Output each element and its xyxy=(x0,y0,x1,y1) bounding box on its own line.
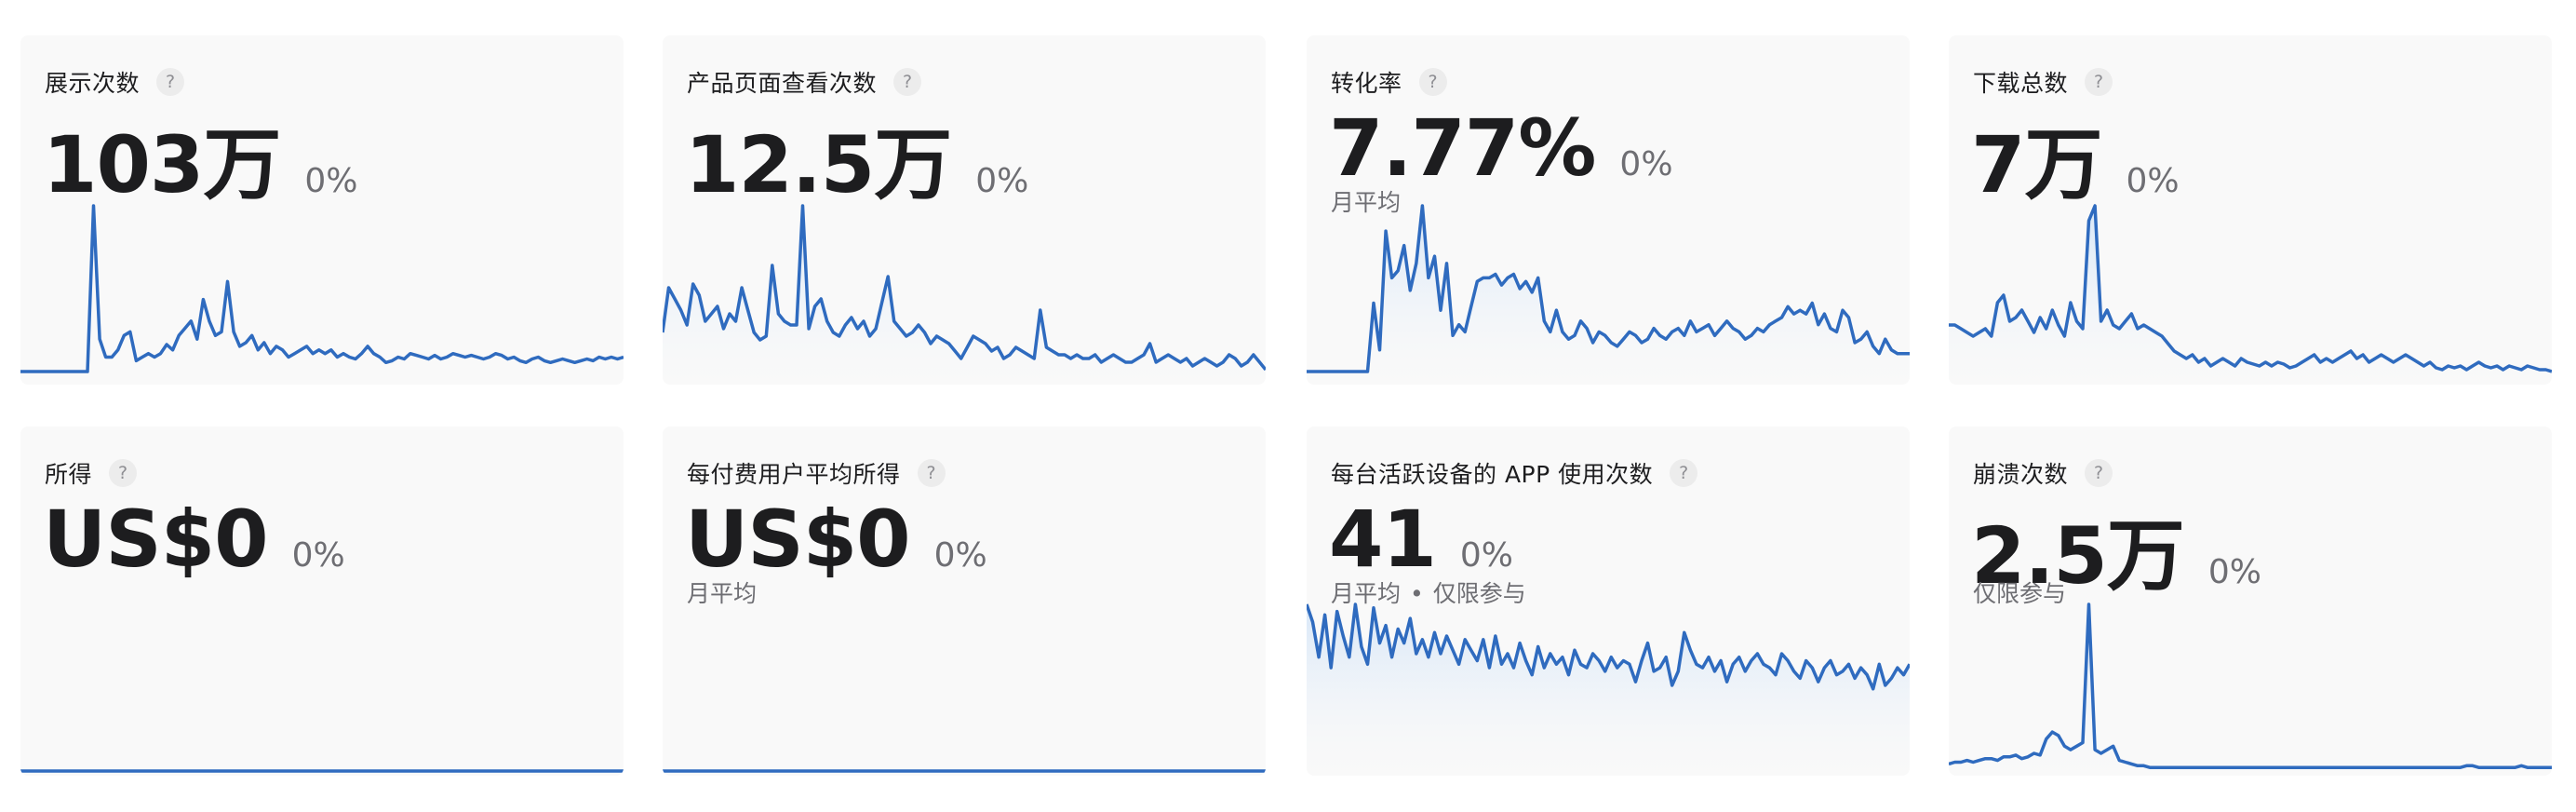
metric-title: 所得 xyxy=(45,461,93,488)
metric-change: 0% xyxy=(1619,145,1673,183)
metric-change: 0% xyxy=(975,162,1029,200)
metric-value: 41 xyxy=(1329,494,1437,585)
metric-change: 0% xyxy=(1459,536,1514,575)
metric-value: US$0 xyxy=(685,494,911,585)
metric-value-row: 7.77% 0% xyxy=(1329,102,1673,194)
metric-card-header: 所得 ? xyxy=(45,456,138,490)
metric-change: 0% xyxy=(2207,553,2261,591)
help-icon[interactable]: ? xyxy=(1418,68,1447,96)
metric-change: 0% xyxy=(2126,162,2180,200)
metric-value-row: US$0 0% xyxy=(685,494,987,585)
metric-card-header: 转化率 ? xyxy=(1331,65,1447,99)
sparkline-chart xyxy=(663,204,1266,385)
sparkline-area xyxy=(1307,206,1910,385)
help-icon[interactable]: ? xyxy=(2085,68,2113,96)
metric-card-header: 产品页面查看次数 ? xyxy=(687,65,922,99)
sparkline-line xyxy=(1949,602,2552,769)
metric-card-header: 每付费用户平均所得 ? xyxy=(687,456,946,490)
metric-value: US$0 xyxy=(43,494,269,585)
metric-card-impressions[interactable]: 展示次数 ? 103万 0% xyxy=(20,35,624,385)
metric-card-conversion-rate[interactable]: 转化率 ? 7.77% 0% 月平均 xyxy=(1307,35,1910,385)
metric-title: 展示次数 xyxy=(45,70,141,97)
sparkline-chart xyxy=(1307,204,1910,385)
sparkline-area xyxy=(1949,206,2552,385)
metric-title: 每台活跃设备的 APP 使用次数 xyxy=(1331,461,1654,488)
metric-change: 0% xyxy=(304,162,358,200)
metric-title: 转化率 xyxy=(1331,70,1402,97)
help-icon[interactable]: ? xyxy=(893,68,922,96)
sparkline-chart xyxy=(1949,204,2552,385)
metric-card-proceeds-per-paying-user[interactable]: 每付费用户平均所得 ? US$0 0% 月平均 xyxy=(663,426,1266,776)
metric-value-row: 41 0% xyxy=(1329,494,1513,585)
analytics-metrics-grid: 展示次数 ? 103万 0% 产品页面查看次数 ? 12.5万 0% 转化率 ?… xyxy=(0,0,2576,812)
metric-value-row: US$0 0% xyxy=(43,494,345,585)
metric-title: 每付费用户平均所得 xyxy=(687,461,901,488)
metric-change: 0% xyxy=(933,536,987,575)
help-icon[interactable]: ? xyxy=(917,459,946,487)
sparkline-chart xyxy=(1949,602,2552,776)
help-icon[interactable]: ? xyxy=(2085,459,2113,487)
help-icon[interactable]: ? xyxy=(1670,459,1698,487)
help-icon[interactable]: ? xyxy=(109,459,138,487)
sparkline-chart xyxy=(20,769,624,773)
metric-card-proceeds[interactable]: 所得 ? US$0 0% xyxy=(20,426,624,776)
sparkline-line xyxy=(20,204,624,373)
metric-card-product-page-views[interactable]: 产品页面查看次数 ? 12.5万 0% xyxy=(663,35,1266,385)
metric-card-header: 下载总数 ? xyxy=(1973,65,2113,99)
help-icon[interactable]: ? xyxy=(156,68,185,96)
metric-card-header: 每台活跃设备的 APP 使用次数 ? xyxy=(1331,456,1698,490)
metric-title: 崩溃次数 xyxy=(1973,461,2069,488)
metric-card-header: 崩溃次数 ? xyxy=(1973,456,2113,490)
metric-card-sessions-per-active-device[interactable]: 每台活跃设备的 APP 使用次数 ? 41 0% 月平均 • 仅限参与 xyxy=(1307,426,1910,776)
metric-title: 下载总数 xyxy=(1973,70,2069,97)
metric-card-total-downloads[interactable]: 下载总数 ? 7万 0% xyxy=(1949,35,2552,385)
sparkline-chart xyxy=(663,769,1266,773)
sparkline-area xyxy=(1949,604,2552,776)
metric-value: 7.77% xyxy=(1329,102,1596,194)
metric-change: 0% xyxy=(291,536,345,575)
metric-card-crashes[interactable]: 崩溃次数 ? 2.5万 0% 仅限参与 xyxy=(1949,426,2552,776)
sparkline-chart xyxy=(1307,602,1910,776)
sparkline-chart xyxy=(20,204,624,373)
metric-card-header: 展示次数 ? xyxy=(45,65,185,99)
metric-title: 产品页面查看次数 xyxy=(687,70,878,97)
